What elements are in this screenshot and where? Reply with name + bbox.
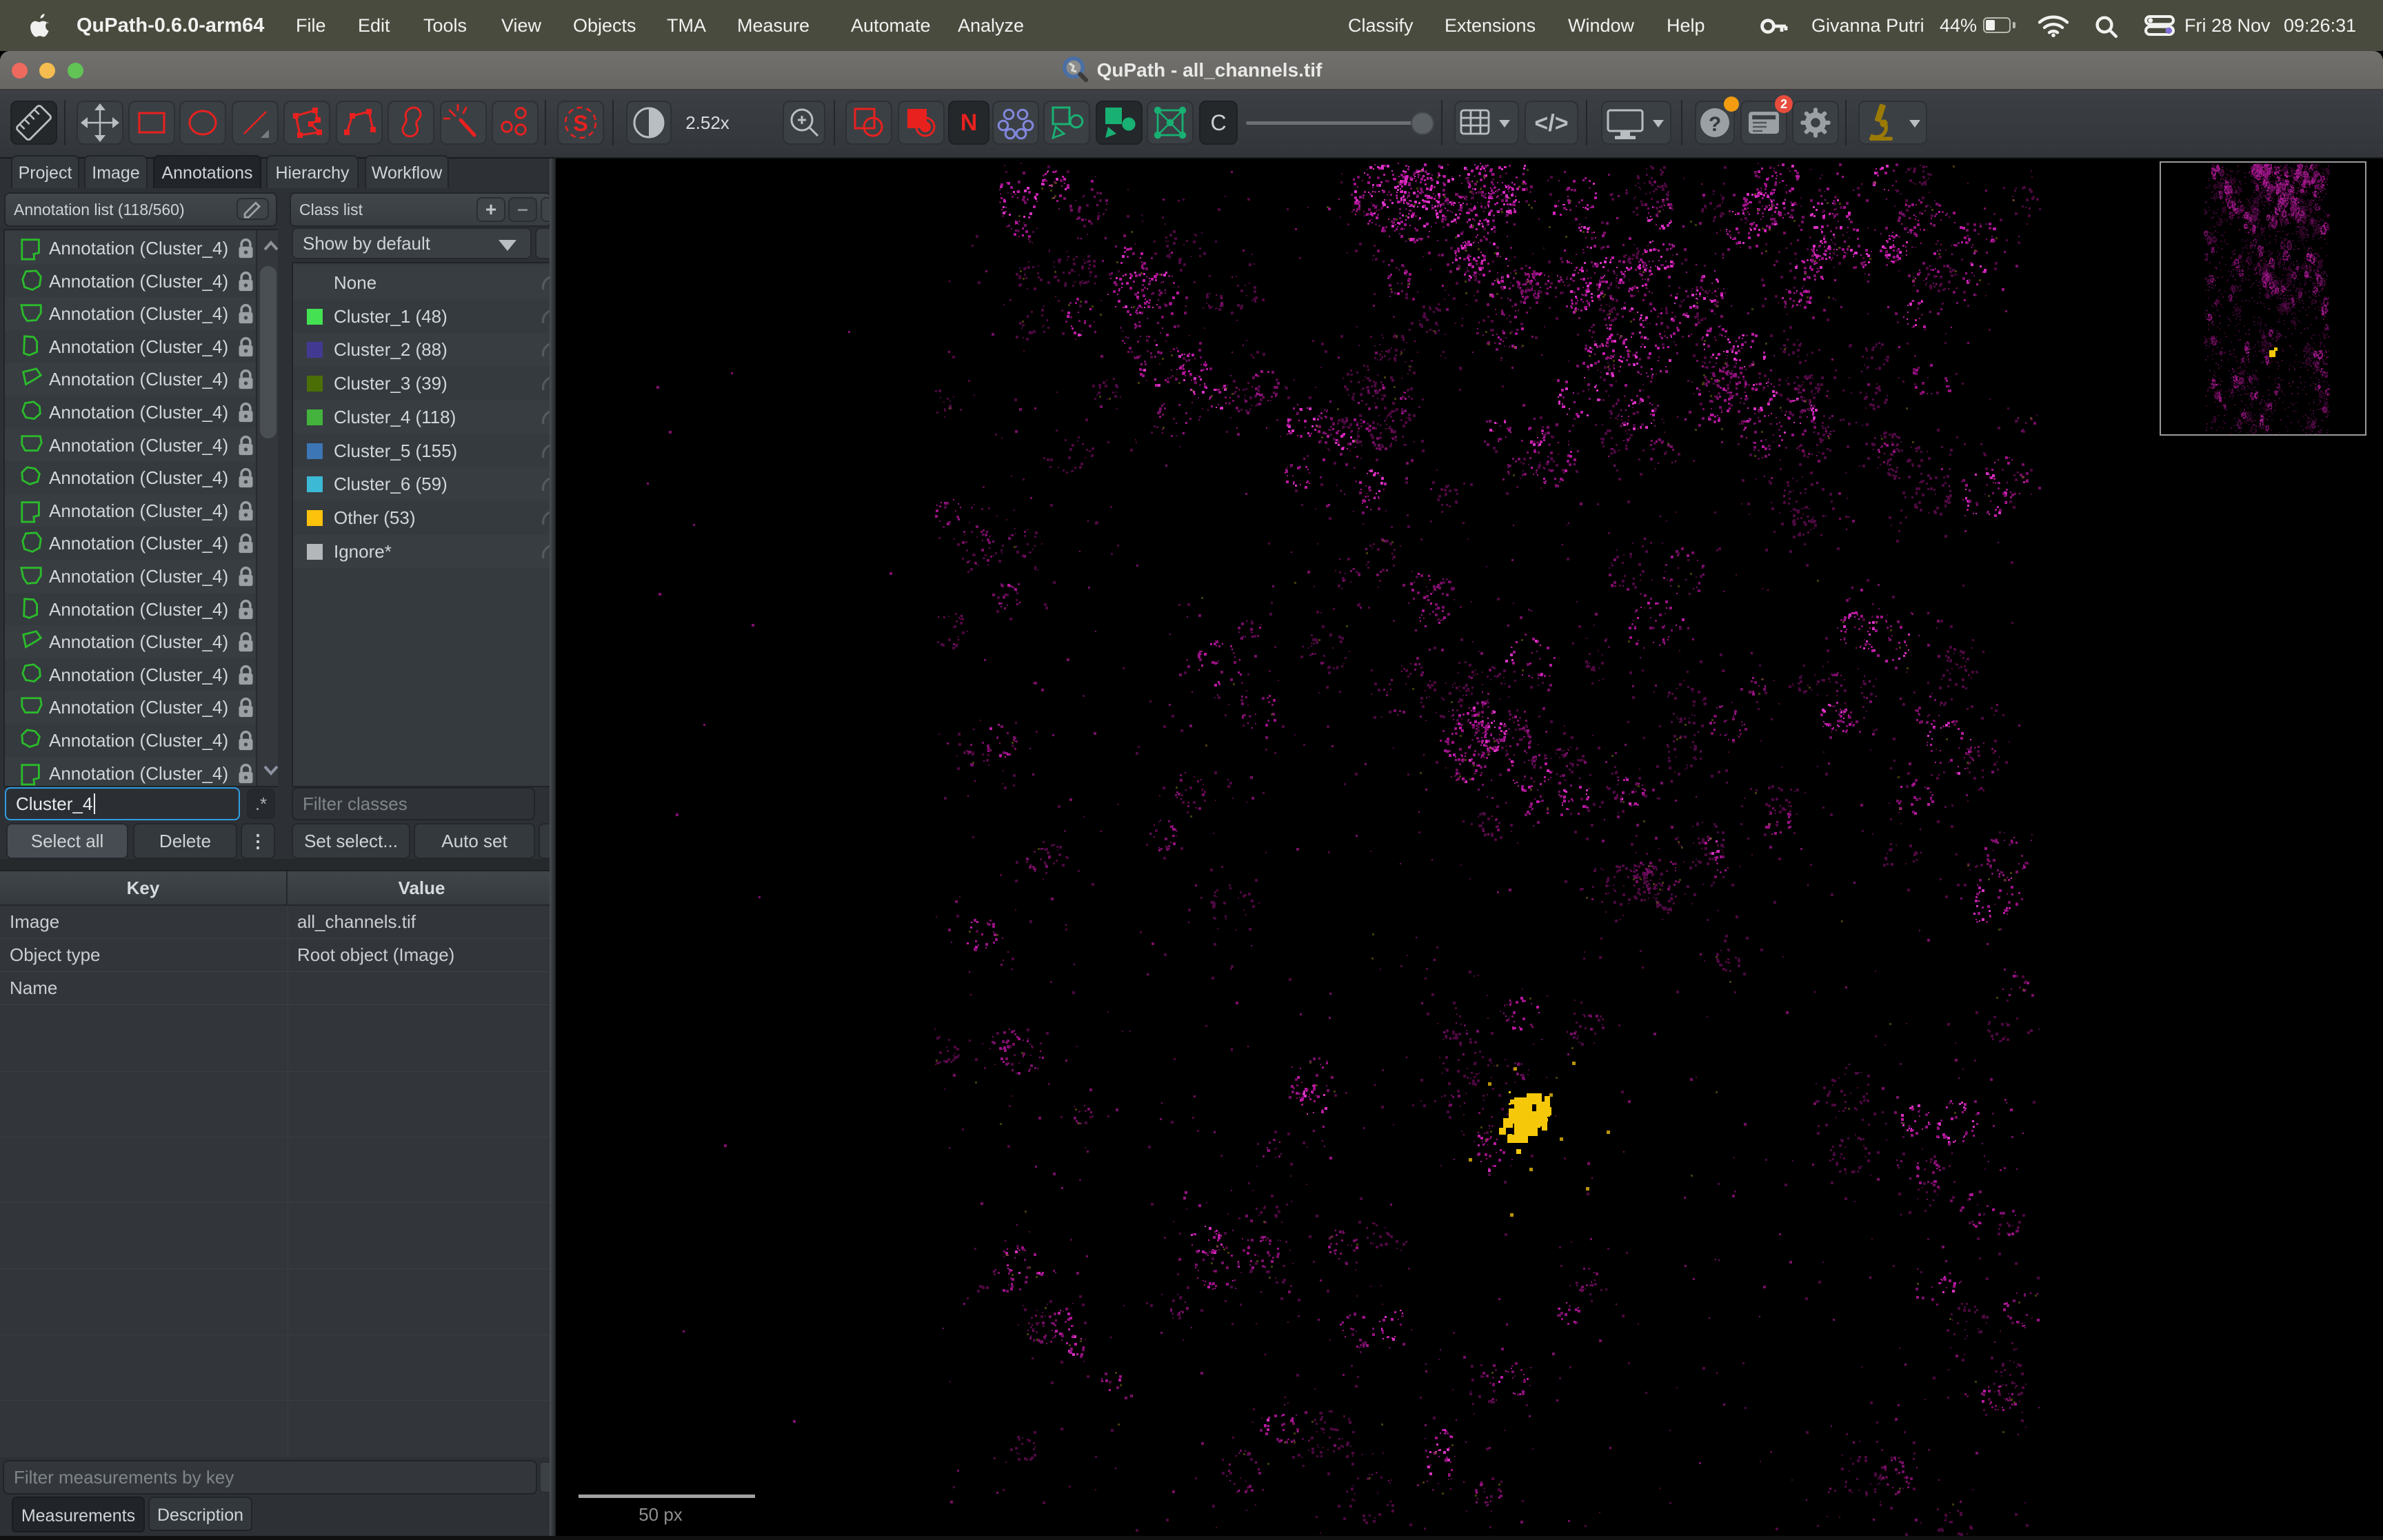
svg-text:?: ?	[1709, 113, 1721, 136]
svg-text:S: S	[573, 111, 587, 136]
svg-text:</>: </>	[1534, 110, 1568, 136]
